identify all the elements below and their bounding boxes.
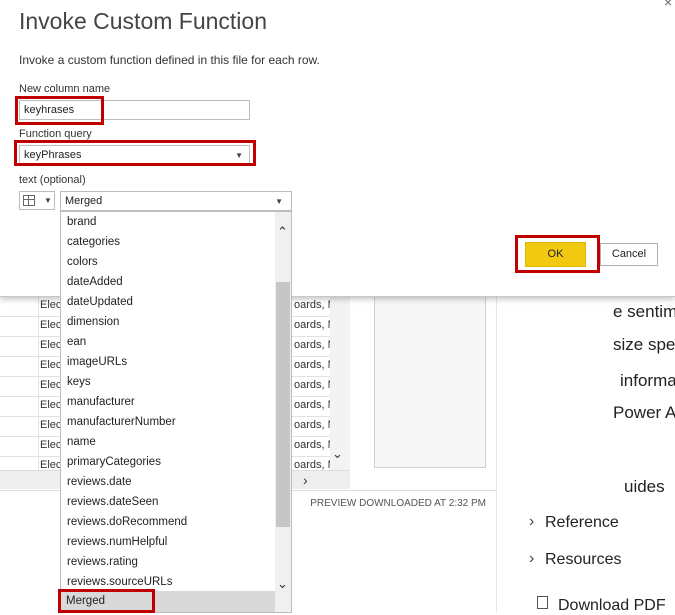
list-item[interactable]: brand [67, 216, 96, 228]
docs-line: informa [620, 371, 675, 390]
download-pdf-link[interactable]: Download PDF [558, 597, 666, 615]
column-dropdown-list: brand categories colors dateAdded dateUp… [60, 211, 292, 613]
nav-item-reference[interactable]: Reference [545, 514, 619, 532]
list-item[interactable]: reviews.doRecommend [67, 516, 187, 528]
highlight-box [515, 235, 600, 273]
list-item[interactable]: imageURLs [67, 356, 127, 368]
chevron-right-icon[interactable]: › [529, 513, 534, 531]
dialog-title: Invoke Custom Function [19, 8, 268, 34]
list-item[interactable]: categories [67, 236, 120, 248]
chevron-down-icon[interactable]: ▼ [275, 197, 283, 206]
list-item[interactable]: reviews.sourceURLs [67, 576, 172, 588]
list-item[interactable]: colors [67, 256, 98, 268]
list-item[interactable]: dateAdded [67, 276, 123, 288]
highlight-box [15, 96, 104, 125]
highlight-box [14, 140, 256, 166]
pdf-icon [537, 596, 548, 609]
chevron-up-icon[interactable]: ⌃ [277, 224, 288, 240]
docs-line: e sentim [613, 302, 675, 321]
list-item[interactable]: primaryCategories [67, 456, 161, 468]
list-item[interactable]: ean [67, 336, 86, 348]
text-param-label: text (optional) [19, 174, 86, 186]
text-column-select[interactable]: Merged ▼ [60, 191, 292, 211]
chevron-down-icon[interactable]: ⌄ [332, 446, 343, 462]
text-column-value: Merged [65, 195, 103, 207]
chevron-down-icon[interactable]: ▼ [44, 196, 52, 205]
list-item[interactable]: name [67, 436, 96, 448]
list-item[interactable]: reviews.rating [67, 556, 138, 568]
docs-line: Power A [613, 403, 675, 422]
chevron-right-icon[interactable]: › [303, 472, 308, 488]
list-item[interactable]: reviews.dateSeen [67, 496, 158, 508]
chevron-right-icon[interactable]: › [529, 550, 534, 568]
table-icon [23, 195, 35, 206]
preview-pane [374, 296, 486, 468]
docs-line: size spe [613, 335, 675, 354]
close-icon[interactable]: × [664, 0, 672, 10]
list-item[interactable]: reviews.date [67, 476, 132, 488]
chevron-down-icon[interactable]: ⌄ [277, 576, 288, 592]
list-item[interactable]: dateUpdated [67, 296, 133, 308]
status-text: PREVIEW DOWNLOADED AT 2:32 PM [310, 498, 486, 509]
param-type-button[interactable]: ▼ [19, 191, 55, 210]
list-item[interactable]: manufacturer [67, 396, 135, 408]
cancel-button[interactable]: Cancel [600, 243, 658, 266]
new-column-label: New column name [19, 83, 111, 95]
list-scrollbar-thumb[interactable] [276, 282, 290, 527]
highlight-box [58, 589, 155, 613]
function-query-label: Function query [19, 128, 92, 140]
docs-line: uides [624, 477, 665, 496]
list-item[interactable]: manufacturerNumber [67, 416, 176, 428]
list-item[interactable]: dimension [67, 316, 119, 328]
list-item[interactable]: reviews.numHelpful [67, 536, 167, 548]
nav-item-resources[interactable]: Resources [545, 551, 621, 569]
dialog-subtitle: Invoke a custom function defined in this… [19, 53, 320, 67]
grid-vertical-scrollbar[interactable]: ⌄ [330, 296, 350, 470]
list-item[interactable]: keys [67, 376, 91, 388]
